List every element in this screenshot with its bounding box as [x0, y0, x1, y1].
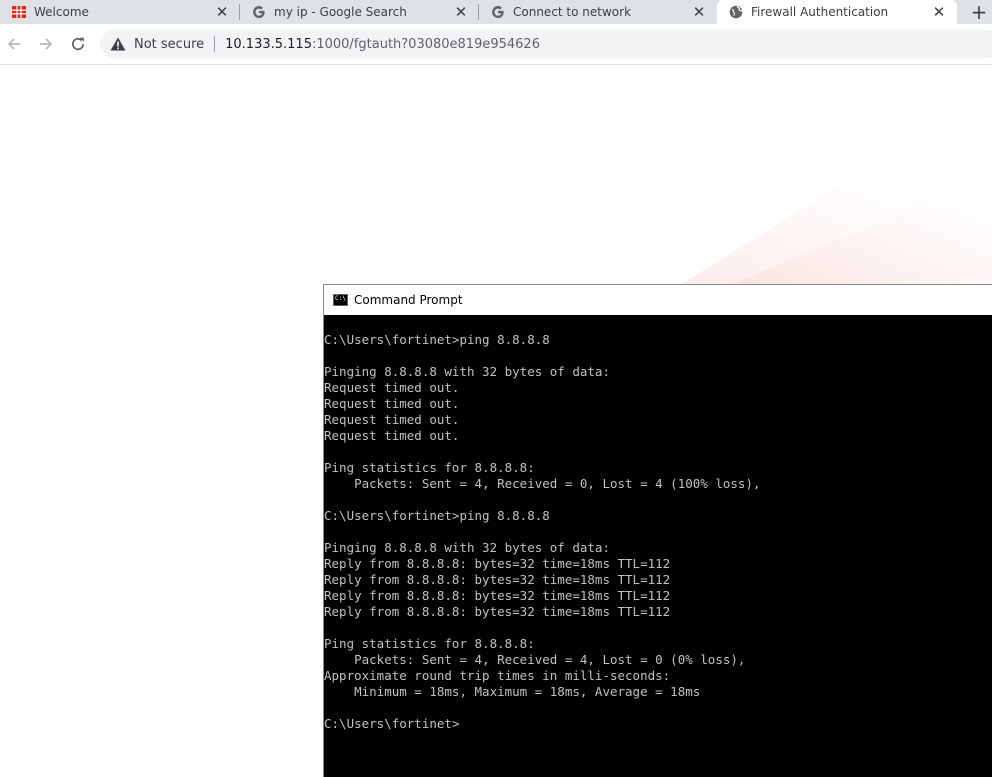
close-icon[interactable]: ✕ [214, 4, 230, 20]
fortinet-icon [12, 5, 26, 19]
new-tab-button[interactable]: + [966, 0, 992, 24]
window-titlebar[interactable]: C:\ Command Prompt [324, 285, 992, 315]
tab-firewall-authentication[interactable]: Firewall Authentication ✕ [717, 0, 957, 24]
address-bar[interactable]: Not secure 10.133.5.115:1000/fgtauth?030… [100, 30, 992, 58]
console-output[interactable]: C:\Users\fortinet>ping 8.8.8.8 Pinging 8… [324, 315, 992, 777]
close-icon[interactable]: ✕ [931, 4, 947, 20]
console-line: Packets: Sent = 4, Received = 0, Lost = … [324, 476, 761, 491]
url-path: :1000/fgtauth?03080e819e954626 [311, 36, 540, 52]
close-icon[interactable]: ✕ [691, 4, 707, 20]
console-line: C:\Users\fortinet>ping 8.8.8.8 [324, 332, 550, 347]
console-line: Packets: Sent = 4, Received = 4, Lost = … [324, 652, 746, 667]
back-button[interactable] [4, 34, 24, 54]
tab-title: Welcome [34, 5, 89, 19]
arrow-left-icon [7, 38, 20, 50]
address-divider [214, 36, 216, 52]
close-icon[interactable]: ✕ [453, 4, 469, 20]
console-line: Pinging 8.8.8.8 with 32 bytes of data: [324, 540, 610, 555]
tab-connect-to-network[interactable]: Connect to network ✕ [479, 0, 717, 24]
reload-icon [72, 37, 85, 51]
url-text[interactable]: 10.133.5.115:1000/fgtauth?03080e819e9546… [225, 37, 540, 52]
console-line: Reply from 8.8.8.8: bytes=32 time=18ms T… [324, 556, 671, 571]
google-icon [252, 5, 266, 19]
console-line: Ping statistics for 8.8.8.8: [324, 460, 535, 475]
console-line: Request timed out. [324, 396, 460, 411]
console-line: Approximate round trip times in milli-se… [324, 668, 671, 683]
console-line: Request timed out. [324, 428, 460, 443]
browser-toolbar: Not secure 10.133.5.115:1000/fgtauth?030… [0, 24, 992, 65]
reload-button[interactable] [68, 34, 88, 54]
console-line: Ping statistics for 8.8.8.8: [324, 636, 535, 651]
warning-icon[interactable] [110, 36, 126, 52]
tab-title: Firewall Authentication [751, 5, 889, 19]
console-prompt-line[interactable]: C:\Users\fortinet> [324, 716, 992, 732]
not-secure-label[interactable]: Not secure [134, 37, 204, 52]
tab-title: Connect to network [513, 5, 632, 19]
globe-icon [729, 5, 743, 19]
tab-welcome[interactable]: Welcome ✕ [0, 0, 240, 24]
command-prompt-window[interactable]: C:\ Command Prompt C:\Users\fortinet>pin… [323, 284, 992, 777]
console-line: Pinging 8.8.8.8 with 32 bytes of data: [324, 364, 610, 379]
console-line: Reply from 8.8.8.8: bytes=32 time=18ms T… [324, 572, 671, 587]
console-line: Request timed out. [324, 412, 460, 427]
console-line: Request timed out. [324, 380, 460, 395]
google-icon [491, 5, 505, 19]
console-icon: C:\ [333, 294, 348, 306]
tab-strip: Welcome ✕ my ip - Google Search ✕ Connec… [0, 0, 992, 24]
arrow-right-icon [40, 38, 53, 50]
tab-my-ip-google-search[interactable]: my ip - Google Search ✕ [240, 0, 479, 24]
forward-button[interactable] [36, 34, 56, 54]
url-host: 10.133.5.115 [225, 36, 312, 52]
console-line: Reply from 8.8.8.8: bytes=32 time=18ms T… [324, 604, 671, 619]
window-title: Command Prompt [354, 293, 463, 307]
console-line: Reply from 8.8.8.8: bytes=32 time=18ms T… [324, 588, 671, 603]
tab-title: my ip - Google Search [274, 5, 407, 19]
console-line: C:\Users\fortinet>ping 8.8.8.8 [324, 508, 550, 523]
console-line: Minimum = 18ms, Maximum = 18ms, Average … [324, 684, 701, 699]
